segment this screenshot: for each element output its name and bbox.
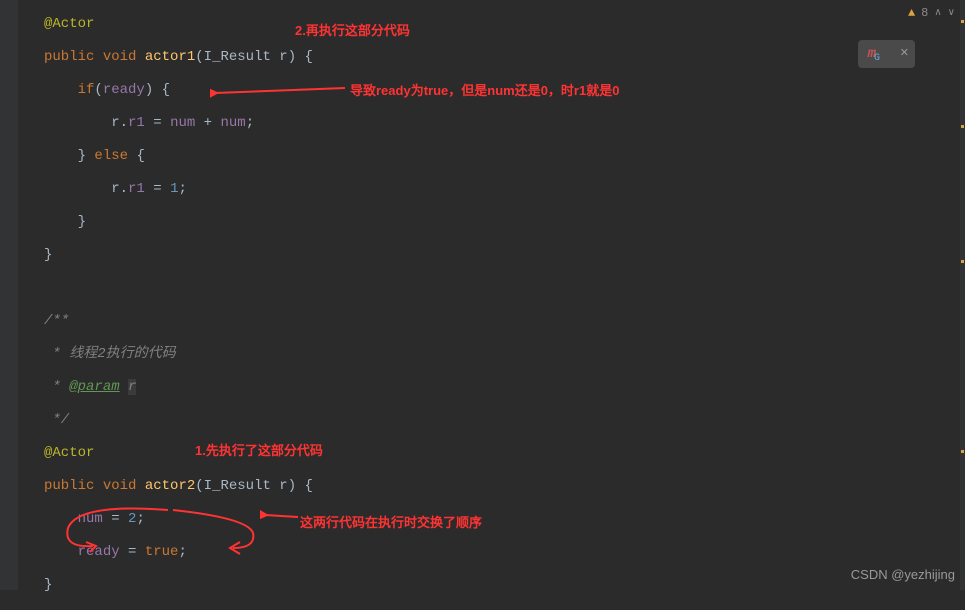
code-line: num = 2; xyxy=(24,503,965,536)
code-line: r.r1 = 1; xyxy=(24,173,965,206)
code-line: } xyxy=(24,239,965,272)
code-line: } xyxy=(24,569,965,602)
code-line: public void actor2(I_Result r) { xyxy=(24,470,965,503)
code-line: /** xyxy=(24,305,965,338)
code-line: } else { xyxy=(24,140,965,173)
code-line: @Actor xyxy=(24,437,965,470)
code-line: @Actor xyxy=(24,8,965,41)
code-line: } xyxy=(24,206,965,239)
code-line xyxy=(24,272,965,305)
code-line: */ xyxy=(24,404,965,437)
code-line: public void actor1(I_Result r) { xyxy=(24,41,965,74)
code-line: * 线程2执行的代码 xyxy=(24,338,965,371)
annotation-text: 1.先执行了这部分代码 xyxy=(195,440,323,459)
watermark: CSDN @yezhijing xyxy=(851,567,955,582)
annotation-text: 2.再执行这部分代码 xyxy=(295,20,410,39)
code-line: ready = true; xyxy=(24,536,965,569)
annotation-text: 导致ready为true，但是num还是0，时r1就是0 xyxy=(350,80,619,99)
code-line: * @param r xyxy=(24,371,965,404)
annotation-text: 这两行代码在执行时交换了顺序 xyxy=(300,512,482,531)
code-line: r.r1 = num + num; xyxy=(24,107,965,140)
